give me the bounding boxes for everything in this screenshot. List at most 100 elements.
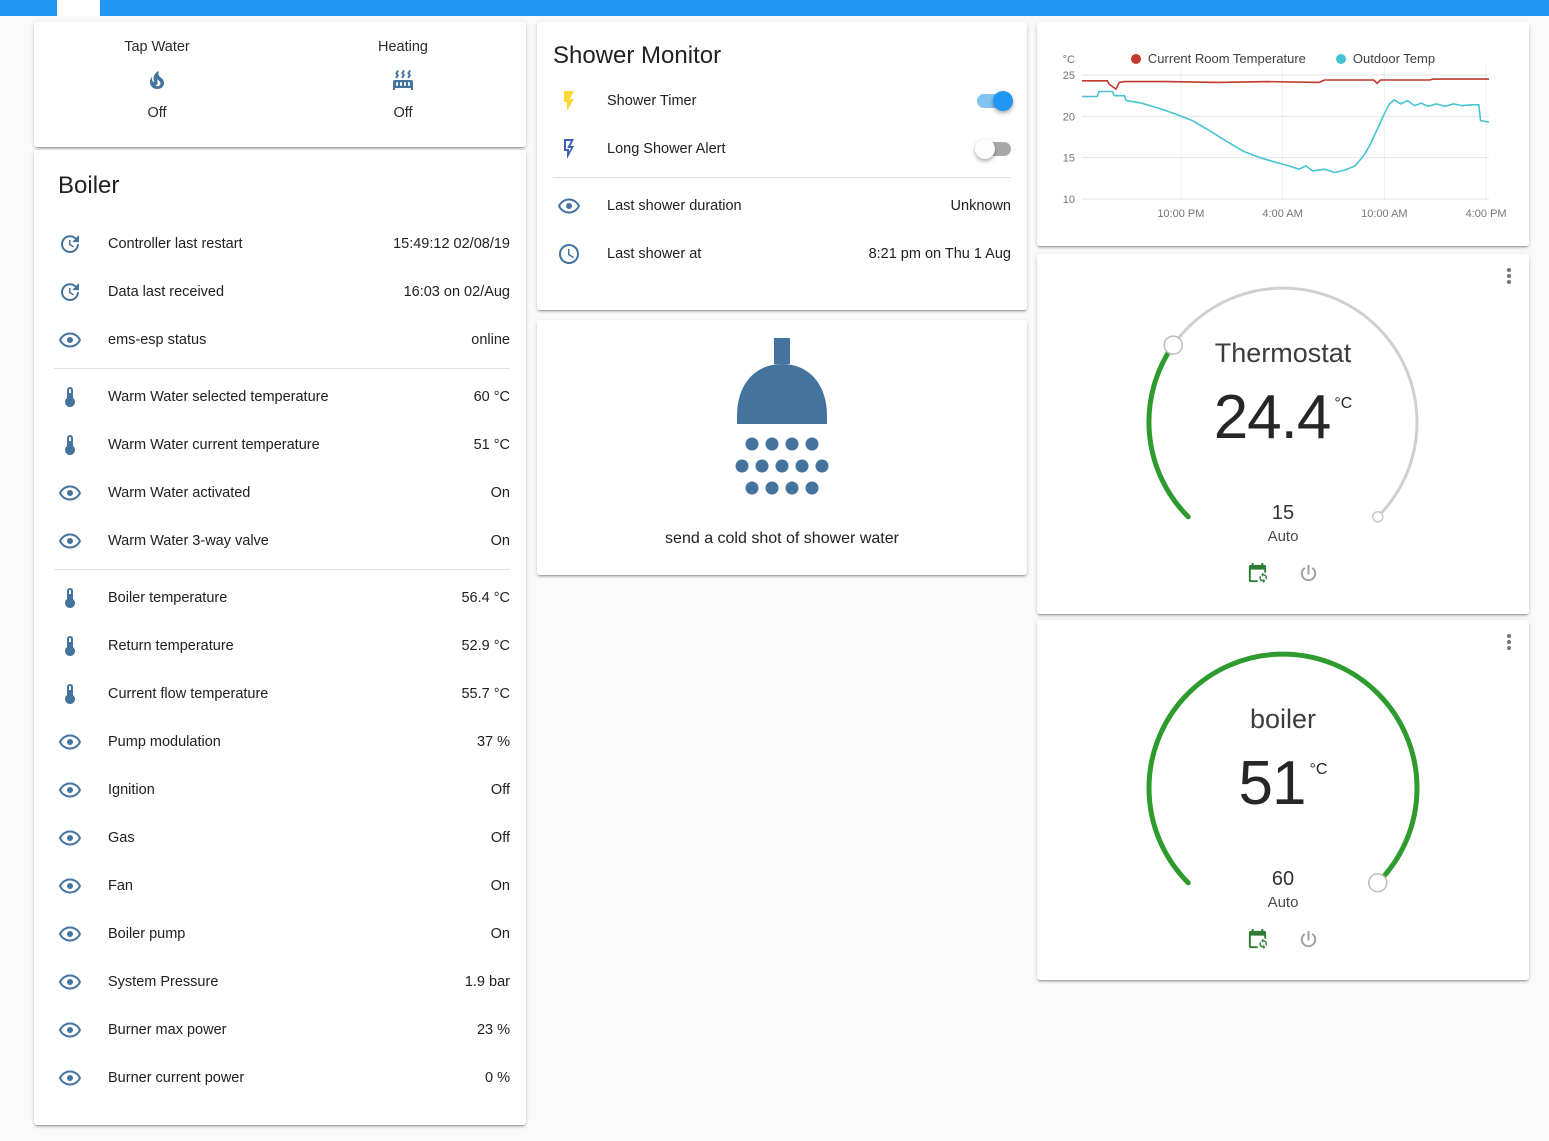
entity-row[interactable]: Return temperature52.9 °C xyxy=(54,622,510,670)
entity-state: Off xyxy=(147,105,166,121)
entity-name: Warm Water 3-way valve xyxy=(108,533,491,549)
x-tick-label: 10:00 AM xyxy=(1361,208,1407,220)
entity-list: Controller last restart15:49:12 02/08/19… xyxy=(54,220,510,1102)
entity-name: Burner max power xyxy=(108,1022,477,1038)
eye-icon xyxy=(58,1018,82,1042)
x-tick-label: 10:00 PM xyxy=(1157,208,1204,220)
gauge-value: 51°C xyxy=(1037,748,1529,819)
entity-row[interactable]: Warm Water 3-way valveOn xyxy=(54,517,510,565)
entity-row[interactable]: Burner current power0 % xyxy=(54,1054,510,1102)
gauge-unit: °C xyxy=(1334,395,1352,412)
top-bar xyxy=(0,0,1549,16)
power-button[interactable] xyxy=(1297,928,1320,951)
glance-item-heating[interactable]: Heating Off xyxy=(280,39,526,147)
shower-picture-card[interactable]: send a cold shot of shower water xyxy=(537,320,1027,575)
entity-row[interactable]: Warm Water current temperature51 °C xyxy=(54,421,510,469)
toggle-switch[interactable] xyxy=(977,142,1011,156)
entity-state: On xyxy=(491,485,510,501)
entity-row[interactable]: Last shower durationUnknown xyxy=(553,182,1011,230)
schedule-button[interactable] xyxy=(1246,562,1269,585)
shower-head-icon xyxy=(712,336,852,526)
toggle-switch[interactable] xyxy=(977,94,1011,108)
entity-name: Warm Water current temperature xyxy=(108,437,474,453)
glance-card: Tap Water Off Heating Off xyxy=(34,22,526,147)
entity-row[interactable]: Current flow temperature55.7 °C xyxy=(54,670,510,718)
entity-name: Boiler pump xyxy=(108,926,491,942)
fire-icon xyxy=(145,68,169,92)
eye-icon xyxy=(58,481,82,505)
entity-state: Off xyxy=(491,830,510,846)
gauge-mode: Auto xyxy=(1037,528,1529,545)
entity-state: 8:21 pm on Thu 1 Aug xyxy=(869,246,1011,262)
entity-state: 56.4 °C xyxy=(461,590,510,606)
entity-name: ems-esp status xyxy=(108,332,471,348)
gauge-mode: Auto xyxy=(1037,894,1529,911)
series-line xyxy=(1082,92,1489,173)
entity-row[interactable]: System Pressure1.9 bar xyxy=(54,958,510,1006)
entity-state: Off xyxy=(491,782,510,798)
entity-state: 37 % xyxy=(477,734,510,750)
eye-icon xyxy=(58,874,82,898)
entity-name: Pump modulation xyxy=(108,734,477,750)
entity-row[interactable]: Warm Water activatedOn xyxy=(54,469,510,517)
toggle-knob[interactable] xyxy=(975,139,995,159)
card-title: Shower Monitor xyxy=(553,42,1011,70)
calendar-sync-icon xyxy=(1246,562,1269,585)
eye-icon xyxy=(557,194,581,218)
y-tick-label: 10 xyxy=(1063,194,1075,206)
flash-outline-icon xyxy=(557,137,581,161)
y-tick-label: 25 xyxy=(1063,70,1075,82)
entity-name: Shower Timer xyxy=(607,93,965,109)
thermometer-icon xyxy=(58,634,82,658)
entity-row[interactable]: Burner max power23 % xyxy=(54,1006,510,1054)
thermometer-icon xyxy=(58,682,82,706)
entity-state: online xyxy=(471,332,510,348)
fire-icon xyxy=(145,68,169,92)
entity-state: 16:03 on 02/Aug xyxy=(404,284,510,300)
boiler-gauge-card: boiler 51°C 60 Auto xyxy=(1037,620,1529,980)
entity-row[interactable]: Boiler temperature56.4 °C xyxy=(54,574,510,622)
picture-card-caption: send a cold shot of shower water xyxy=(665,530,899,548)
entity-row[interactable]: FanOn xyxy=(54,862,510,910)
boiler-card: Boiler Controller last restart15:49:12 0… xyxy=(34,150,526,1125)
y-tick-label: 20 xyxy=(1063,111,1075,123)
shower-monitor-card: Shower Monitor Shower TimerLong Shower A… xyxy=(537,22,1027,310)
entity-row[interactable]: Pump modulation37 % xyxy=(54,718,510,766)
power-icon xyxy=(1297,562,1320,585)
entity-state: On xyxy=(491,926,510,942)
toggle-knob[interactable] xyxy=(993,91,1013,111)
entity-name: Ignition xyxy=(108,782,491,798)
eye-icon xyxy=(58,328,82,352)
schedule-button[interactable] xyxy=(1246,928,1269,951)
entity-state: 23 % xyxy=(477,1022,510,1038)
entity-name: Controller last restart xyxy=(108,236,393,252)
glance-item-tap-water[interactable]: Tap Water Off xyxy=(34,39,280,147)
entity-row[interactable]: Warm Water selected temperature60 °C xyxy=(54,373,510,421)
entity-row[interactable]: Data last received16:03 on 02/Aug xyxy=(54,268,510,316)
thermometer-icon xyxy=(58,433,82,457)
power-icon xyxy=(1297,928,1320,951)
gauge-title: boiler xyxy=(1037,704,1529,735)
power-button[interactable] xyxy=(1297,562,1320,585)
entity-list: Shower TimerLong Shower AlertLast shower… xyxy=(553,77,1011,278)
gauge-unit: °C xyxy=(1310,761,1328,778)
entity-state: 52.9 °C xyxy=(461,638,510,654)
entity-row[interactable]: Last shower at8:21 pm on Thu 1 Aug xyxy=(553,230,1011,278)
entity-row[interactable]: ems-esp statusonline xyxy=(54,316,510,364)
entity-name: Warm Water selected temperature xyxy=(108,389,474,405)
thermometer-icon xyxy=(58,586,82,610)
eye-icon xyxy=(58,826,82,850)
divider xyxy=(553,177,1011,178)
entity-row[interactable]: GasOff xyxy=(54,814,510,862)
entity-row[interactable]: Controller last restart15:49:12 02/08/19 xyxy=(54,220,510,268)
update-icon xyxy=(58,280,82,304)
thermometer-icon xyxy=(58,385,82,409)
card-title: Boiler xyxy=(54,172,510,200)
active-tab-indicator[interactable] xyxy=(57,0,100,16)
entity-row[interactable]: Boiler pumpOn xyxy=(54,910,510,958)
history-chart: 10:00 PM4:00 AM10:00 AM4:00 PM25201510°C xyxy=(1037,22,1529,246)
entity-row[interactable]: IgnitionOff xyxy=(54,766,510,814)
eye-icon xyxy=(58,529,82,553)
clock-icon xyxy=(557,242,581,266)
entity-state: 55.7 °C xyxy=(461,686,510,702)
